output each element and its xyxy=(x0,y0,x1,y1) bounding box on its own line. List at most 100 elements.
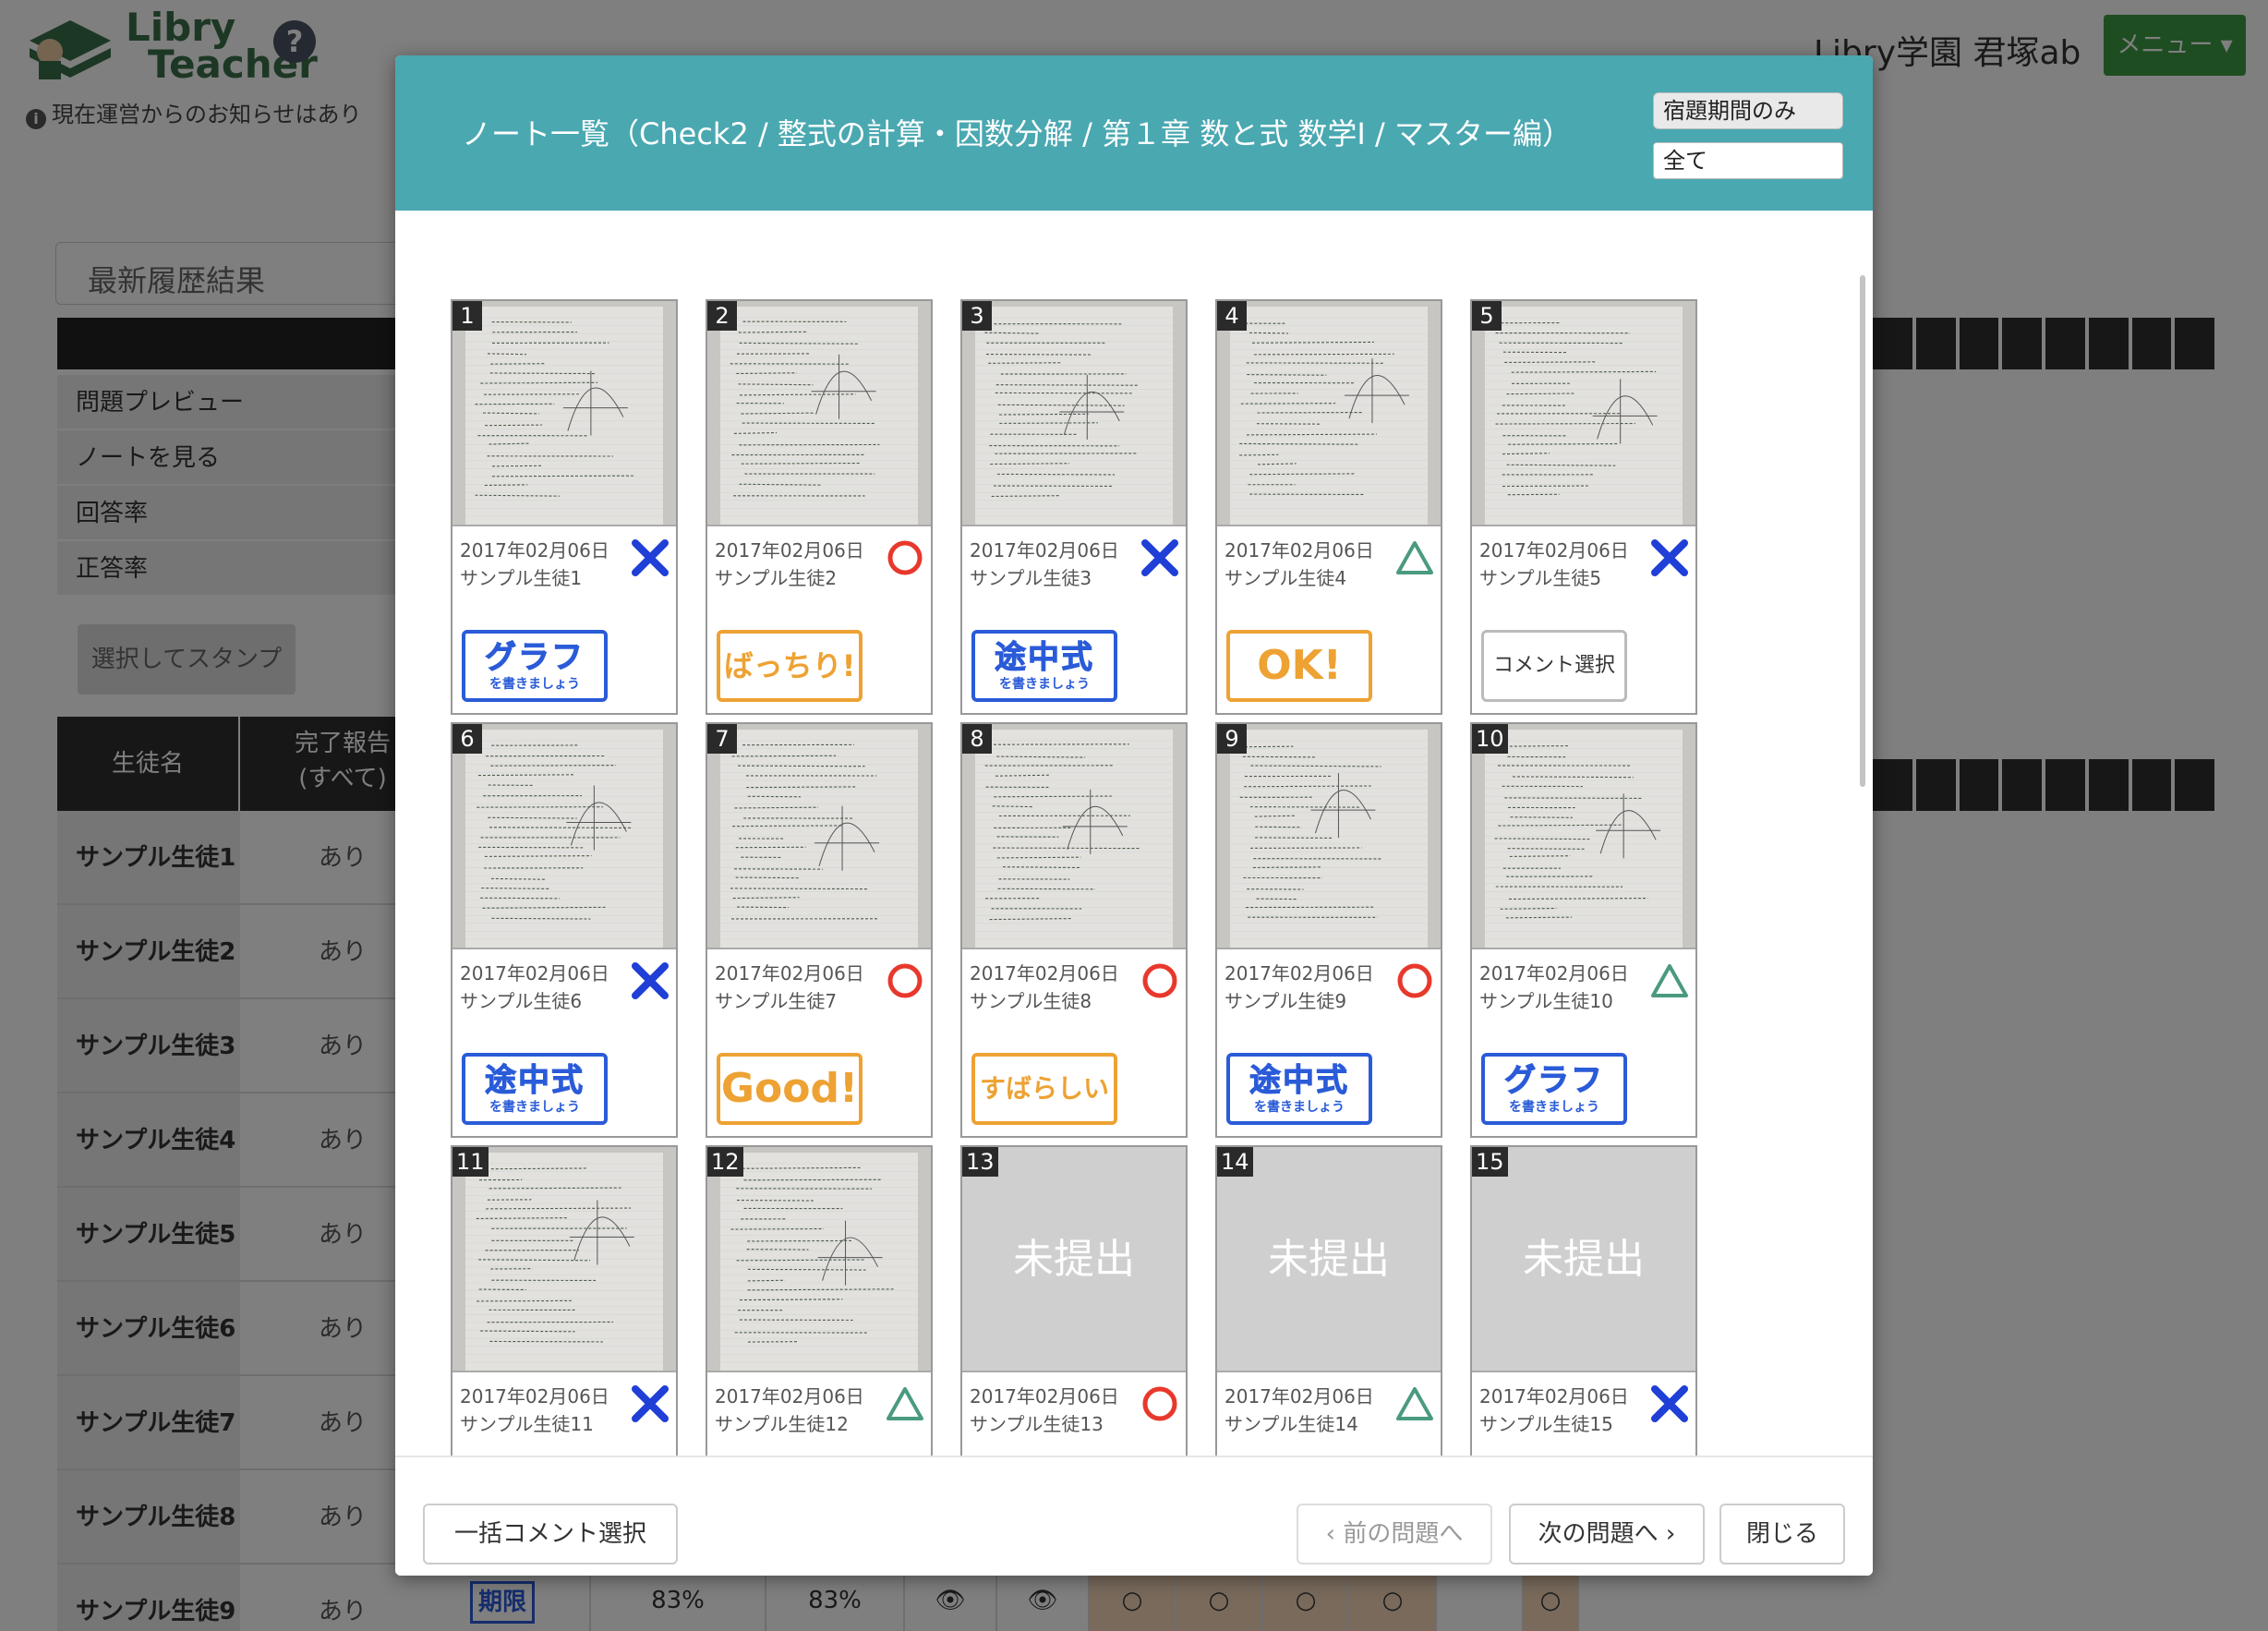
card-student: サンプル生徒5 xyxy=(1479,567,1602,589)
card-student: サンプル生徒10 xyxy=(1479,990,1613,1012)
stamp-blue[interactable]: グラフ を書きましょう xyxy=(1481,1053,1627,1125)
note-card[interactable]: 122017年02月06日サンプル生徒12OK! xyxy=(706,1145,933,1456)
stamp-blue[interactable]: グラフ を書きましょう xyxy=(462,630,608,702)
stamp-title: Good! xyxy=(720,1065,859,1112)
circle-grade-icon[interactable] xyxy=(1140,1383,1180,1424)
triangle-grade-icon[interactable] xyxy=(1649,960,1690,1001)
stamp-blue[interactable]: 途中式 を書きましょう xyxy=(971,630,1117,702)
triangle-grade-icon[interactable] xyxy=(1394,1383,1435,1424)
circle-grade-icon[interactable] xyxy=(1140,960,1180,1001)
stamp-orange[interactable]: OK! xyxy=(1226,630,1372,702)
cross-grade-icon[interactable] xyxy=(1649,1383,1690,1424)
bulk-comment-button[interactable]: 一括コメント選択 xyxy=(423,1504,678,1565)
note-thumbnail[interactable] xyxy=(707,301,931,526)
note-card[interactable]: 9 2017年02月06日 サンプル生徒9 途中式 を書きましょう xyxy=(1215,722,1442,1138)
card-number: 11 xyxy=(452,1147,489,1177)
card-student: サンプル生徒4 xyxy=(1224,567,1347,589)
not-submitted-label: 未提出 xyxy=(1268,1236,1390,1283)
stamp-subtitle: を書きましょう xyxy=(1509,1100,1599,1115)
scope-filter-select[interactable]: 全て xyxy=(1653,142,1843,179)
card-date: 2017年02月06日 xyxy=(715,1385,864,1407)
card-date: 2017年02月06日 xyxy=(715,962,864,985)
note-card[interactable]: 112017年02月06日サンプル生徒11途中式を書きましょう xyxy=(451,1145,678,1456)
stamp-title: ばっちり! xyxy=(723,648,856,683)
note-thumbnail[interactable] xyxy=(452,301,676,526)
stamp-title: 途中式 xyxy=(995,639,1094,677)
scrollbar-thumb[interactable] xyxy=(1860,275,1865,787)
stamp-title: OK! xyxy=(1257,642,1342,689)
note-thumbnail[interactable] xyxy=(707,1147,931,1372)
circle-grade-icon[interactable] xyxy=(885,538,925,578)
note-card[interactable]: 未提出132017年02月06日サンプル生徒13説明文を書きましょう xyxy=(960,1145,1188,1456)
note-card[interactable]: 5 2017年02月06日 サンプル生徒5 コメント選択 xyxy=(1470,299,1697,715)
card-date: 2017年02月06日 xyxy=(970,539,1119,562)
cross-grade-icon[interactable] xyxy=(630,538,670,578)
card-student: サンプル生徒7 xyxy=(715,990,838,1012)
period-filter-select[interactable]: 宿題期間のみ xyxy=(1653,92,1843,129)
note-thumbnail[interactable] xyxy=(962,724,1186,949)
card-number: 14 xyxy=(1217,1147,1253,1177)
comment-select-button[interactable]: コメント選択 xyxy=(1481,630,1627,702)
prev-question-button[interactable]: ‹ 前の問題へ xyxy=(1297,1504,1492,1565)
note-card[interactable]: 1 2017年02月06日 サンプル生徒1 グラフ を書きましょう xyxy=(451,299,678,715)
card-date: 2017年02月06日 xyxy=(1224,539,1374,562)
note-list-modal: ノート一覧（Check2 / 整式の計算・因数分解 / 第１章 数と式 数学Ⅰ … xyxy=(395,55,1873,1576)
card-student: サンプル生徒3 xyxy=(970,567,1092,589)
note-thumbnail[interactable] xyxy=(707,724,931,949)
next-question-button[interactable]: 次の問題へ › xyxy=(1509,1504,1705,1565)
modal-body[interactable]: 1 2017年02月06日 サンプル生徒1 グラフ を書きましょう 2 2017年02月06… xyxy=(395,211,1873,1457)
note-thumbnail[interactable] xyxy=(1472,301,1695,526)
card-date: 2017年02月06日 xyxy=(1224,962,1374,985)
cross-grade-icon[interactable] xyxy=(630,960,670,1001)
card-student: サンプル生徒14 xyxy=(1224,1413,1358,1435)
card-date: 2017年02月06日 xyxy=(460,962,609,985)
note-card[interactable]: 2 2017年02月06日 サンプル生徒2 ばっちり! xyxy=(706,299,933,715)
close-button[interactable]: 閉じる xyxy=(1719,1504,1845,1565)
note-thumbnail[interactable] xyxy=(962,301,1186,526)
stamp-orange[interactable]: ばっちり! xyxy=(717,630,863,702)
modal-title: ノート一覧（Check2 / 整式の計算・因数分解 / 第１章 数と式 数学Ⅰ … xyxy=(462,116,1572,151)
note-thumbnail[interactable] xyxy=(1472,724,1695,949)
card-student: サンプル生徒1 xyxy=(460,567,583,589)
stamp-blue[interactable]: 途中式 を書きましょう xyxy=(1226,1053,1372,1125)
stamp-orange[interactable]: すばらしい xyxy=(971,1053,1117,1125)
note-card[interactable]: 6 2017年02月06日 サンプル生徒6 途中式 を書きましょう xyxy=(451,722,678,1138)
card-number: 5 xyxy=(1472,301,1502,331)
card-date: 2017年02月06日 xyxy=(1224,1385,1374,1407)
note-card[interactable]: 未提出152017年02月06日サンプル生徒15コメント選択 xyxy=(1470,1145,1697,1456)
note-thumbnail[interactable] xyxy=(452,724,676,949)
card-number: 13 xyxy=(962,1147,998,1177)
card-student: サンプル生徒6 xyxy=(460,990,583,1012)
card-number: 9 xyxy=(1217,724,1247,754)
note-card[interactable]: 未提出142017年02月06日サンプル生徒14コメント選択 xyxy=(1215,1145,1442,1456)
card-date: 2017年02月06日 xyxy=(460,539,609,562)
cross-grade-icon[interactable] xyxy=(1140,538,1180,578)
card-number: 2 xyxy=(707,301,737,331)
note-card[interactable]: 3 2017年02月06日 サンプル生徒3 途中式 を書きましょう xyxy=(960,299,1188,715)
stamp-blue[interactable]: 途中式 を書きましょう xyxy=(462,1053,608,1125)
not-submitted-label: 未提出 xyxy=(1013,1236,1135,1283)
card-date: 2017年02月06日 xyxy=(1479,962,1629,985)
card-student: サンプル生徒11 xyxy=(460,1413,594,1435)
not-submitted-placeholder: 未提出 xyxy=(962,1147,1186,1372)
note-thumbnail[interactable] xyxy=(1217,724,1441,949)
circle-grade-icon[interactable] xyxy=(885,960,925,1001)
not-submitted-label: 未提出 xyxy=(1523,1236,1645,1283)
triangle-grade-icon[interactable] xyxy=(885,1383,925,1424)
card-student: サンプル生徒12 xyxy=(715,1413,849,1435)
circle-grade-icon[interactable] xyxy=(1394,960,1435,1001)
card-date: 2017年02月06日 xyxy=(970,962,1119,985)
cross-grade-icon[interactable] xyxy=(1649,538,1690,578)
not-submitted-placeholder: 未提出 xyxy=(1472,1147,1695,1372)
note-card[interactable]: 7 2017年02月06日 サンプル生徒7 Good! xyxy=(706,722,933,1138)
stamp-orange[interactable]: Good! xyxy=(717,1053,863,1125)
note-thumbnail[interactable] xyxy=(1217,301,1441,526)
note-card[interactable]: 8 2017年02月06日 サンプル生徒8 すばらしい xyxy=(960,722,1188,1138)
triangle-grade-icon[interactable] xyxy=(1394,538,1435,578)
cross-grade-icon[interactable] xyxy=(630,1383,670,1424)
note-thumbnail[interactable] xyxy=(452,1147,676,1372)
modal-header: ノート一覧（Check2 / 整式の計算・因数分解 / 第１章 数と式 数学Ⅰ … xyxy=(395,55,1873,211)
note-card[interactable]: 4 2017年02月06日 サンプル生徒4 OK! xyxy=(1215,299,1442,715)
note-card[interactable]: 10 2017年02月06日 サンプル生徒10 グラフ を書きましょう xyxy=(1470,722,1697,1138)
card-number: 10 xyxy=(1472,724,1508,754)
